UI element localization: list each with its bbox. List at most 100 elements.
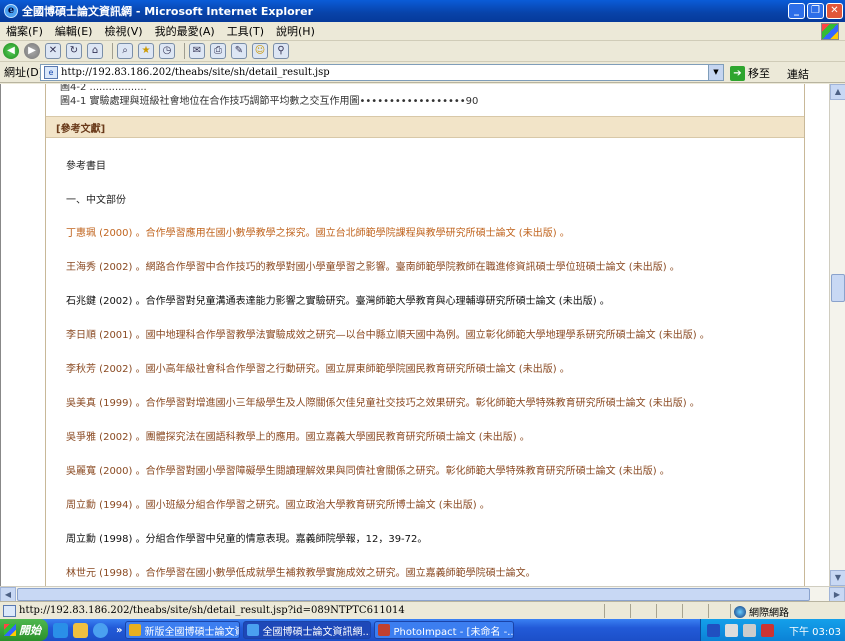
reference-item: 丁惠珮 (2000) 。合作學習應用在國小數學教學之探究。國立台北師範學院課程與… bbox=[66, 228, 570, 239]
address-bar: 網址(D) e http://192.83.186.202/theabs/sit… bbox=[0, 62, 845, 83]
content-panel: 圖4-2 .................. 圖4-1 實驗處理與班級社會地位… bbox=[45, 84, 805, 586]
back-icon[interactable]: ◀ bbox=[3, 43, 19, 59]
menu-help[interactable]: 說明(H) bbox=[276, 23, 315, 39]
taskbar: 開始 » 新版全國博碩士論文資...全國博碩士論文資訊網...PhotoImpa… bbox=[0, 619, 845, 641]
mail-icon[interactable]: ✉ bbox=[189, 43, 205, 59]
restore-button[interactable]: ❐ bbox=[807, 3, 824, 19]
reference-item: 周立勳 (1994) 。國小班級分組合作學習之研究。國立政治大學教育研究所博士論… bbox=[66, 500, 490, 511]
messenger-icon[interactable]: ☺ bbox=[252, 43, 268, 59]
scroll-down-icon[interactable]: ▼ bbox=[830, 570, 845, 586]
stop-icon[interactable]: ✕ bbox=[45, 43, 61, 59]
reference-item: 吳美真 (1999) 。合作學習對增進國小三年級學生及人際關係欠佳兒童社交技巧之… bbox=[66, 398, 700, 409]
status-panel bbox=[708, 604, 709, 618]
menu-file[interactable]: 檔案(F) bbox=[6, 23, 43, 39]
menu-bar: 檔案(F) 編輯(E) 檢視(V) 我的最愛(A) 工具(T) 說明(H) bbox=[0, 22, 845, 41]
toolbar-separator bbox=[112, 43, 113, 59]
menu-view[interactable]: 檢視(V) bbox=[104, 23, 142, 39]
menu-favorites[interactable]: 我的最愛(A) bbox=[155, 23, 215, 39]
horizontal-scroll-thumb[interactable] bbox=[17, 588, 810, 601]
reference-item: 林世元 (1998) 。合作學習在國小數學低成就學生補救教學實施成效之研究。國立… bbox=[66, 568, 536, 579]
ie-quicklaunch-icon[interactable] bbox=[93, 622, 108, 638]
figure-list-line: 圖4-1 實驗處理與班級社會地位在合作技巧調節平均數之交互作用圖••••••••… bbox=[60, 96, 479, 107]
globe-icon bbox=[734, 605, 746, 618]
system-tray: 下午 03:03 bbox=[700, 619, 845, 641]
task-list: 新版全國博碩士論文資... 全國博碩士論文資訊網... PhotoImpact - … bbox=[122, 621, 515, 639]
page-icon: e bbox=[44, 66, 58, 79]
research-icon[interactable]: ⚲ bbox=[273, 43, 289, 59]
reference-item: 李秋芳 (2002) 。國小高年級社會科合作學習之行動研究。國立屏東師範學院國民… bbox=[66, 364, 570, 375]
keyboard-icon[interactable] bbox=[725, 623, 738, 637]
vertical-scroll-thumb[interactable] bbox=[831, 274, 845, 302]
windows-flag-icon bbox=[4, 624, 16, 636]
sub-title: 一、中文部份 bbox=[66, 195, 126, 206]
start-button[interactable]: 開始 bbox=[0, 619, 48, 641]
minimize-button[interactable]: _ bbox=[788, 3, 805, 19]
task-label: 全國博碩士論文資訊網... bbox=[262, 626, 372, 638]
edit-icon[interactable]: ✎ bbox=[231, 43, 247, 59]
address-label: 網址(D) bbox=[4, 66, 44, 79]
refresh-icon[interactable]: ↻ bbox=[66, 43, 82, 59]
status-bar: http://192.83.186.202/theabs/site/sh/det… bbox=[0, 601, 845, 619]
windows-logo-icon bbox=[821, 23, 839, 40]
links-button[interactable]: 連結 bbox=[787, 66, 809, 82]
go-arrow-icon: ➔ bbox=[730, 65, 745, 81]
window-controls: _ ❐ ✕ bbox=[788, 3, 843, 19]
status-panel bbox=[630, 604, 631, 618]
start-label: 開始 bbox=[19, 624, 41, 637]
history-icon[interactable]: ◷ bbox=[159, 43, 175, 59]
taskbar-button[interactable]: 全國博碩士論文資訊網... bbox=[243, 621, 372, 639]
taskbar-button[interactable]: 新版全國博碩士論文資... bbox=[125, 621, 241, 639]
taskbar-button[interactable]: PhotoImpact - [未命名 -... bbox=[374, 621, 515, 639]
forward-icon[interactable]: ▶ bbox=[24, 43, 40, 59]
go-label: 移至 bbox=[748, 67, 770, 80]
scroll-right-icon[interactable]: ▶ bbox=[829, 587, 845, 602]
search-icon[interactable]: ⌕ bbox=[117, 43, 133, 59]
task-app-icon bbox=[129, 624, 142, 636]
page-content: 圖4-2 .................. 圖4-1 實驗處理與班級社會地位… bbox=[0, 84, 829, 586]
scroll-left-icon[interactable]: ◀ bbox=[0, 587, 16, 602]
reference-item: 吳麗寬 (2000) 。合作學習對國小學習障礙學生閱讀理解效果與同儕社會關係之研… bbox=[66, 466, 670, 477]
title-bar: e 全國博碩士論文資訊網 - Microsoft Internet Explor… bbox=[0, 0, 845, 22]
vertical-scrollbar[interactable]: ▲ ▼ bbox=[829, 84, 845, 586]
status-panel bbox=[604, 604, 605, 618]
security-zone: 網際網路 bbox=[734, 604, 789, 619]
reference-item: 吳爭雅 (2002) 。團體探究法在國語科教學上的應用。國立嘉義大學國民教育研究… bbox=[66, 432, 530, 443]
home-icon[interactable]: ⌂ bbox=[87, 43, 103, 59]
print-icon[interactable]: ⎙ bbox=[210, 43, 226, 59]
folder-icon[interactable] bbox=[73, 622, 88, 638]
task-app-icon bbox=[247, 624, 260, 636]
task-app-icon bbox=[378, 624, 391, 636]
ime-icon[interactable] bbox=[707, 623, 720, 637]
toolbar: ◀ ▶ ✕ ↻ ⌂ ⌕ ★ ◷ ✉ ⎙ ✎ ☺ ⚲ bbox=[0, 41, 845, 62]
window-title: 全國博碩士論文資訊網 - Microsoft Internet Explorer bbox=[22, 5, 313, 18]
page-status-icon bbox=[3, 604, 16, 617]
scroll-up-icon[interactable]: ▲ bbox=[830, 84, 845, 100]
address-input[interactable]: e http://192.83.186.202/theabs/site/sh/d… bbox=[40, 64, 724, 81]
zone-label: 網際網路 bbox=[749, 608, 789, 619]
favorites-icon[interactable]: ★ bbox=[138, 43, 154, 59]
status-text: http://192.83.186.202/theabs/site/sh/det… bbox=[19, 605, 405, 616]
menu-edit[interactable]: 編輯(E) bbox=[55, 23, 93, 39]
menu-tools[interactable]: 工具(T) bbox=[227, 23, 264, 39]
toolbar-separator bbox=[184, 43, 185, 59]
section-title: 參考書目 bbox=[66, 161, 106, 172]
reference-item: 李日順 (2001) 。國中地理科合作學習教學法實驗成效之研究—以台中縣立順天國… bbox=[66, 330, 710, 341]
go-button[interactable]: ➔ 移至 bbox=[730, 65, 770, 81]
clock: 下午 03:03 bbox=[789, 626, 841, 638]
status-panel bbox=[682, 604, 683, 618]
help-tray-icon[interactable] bbox=[743, 623, 756, 637]
desktop-icon[interactable] bbox=[53, 622, 68, 638]
horizontal-scrollbar[interactable]: ◀ ▶ bbox=[0, 586, 845, 602]
antivirus-icon[interactable] bbox=[761, 623, 774, 637]
ie-icon: e bbox=[4, 4, 18, 18]
task-label: PhotoImpact - [未命名 -... bbox=[393, 626, 515, 638]
reference-item: 石兆鍵 (2002) 。合作學習對兒童溝通表達能力影響之實驗研究。臺灣師範大學教… bbox=[66, 296, 610, 307]
address-url[interactable]: http://192.83.186.202/theabs/site/sh/det… bbox=[61, 67, 330, 78]
references-header: [參考文獻] bbox=[46, 116, 804, 138]
reference-item: 周立勳 (1998) 。分組合作學習中兒童的情意表現。嘉義師院學報，12，39-… bbox=[66, 534, 428, 545]
status-panel bbox=[730, 604, 731, 618]
status-panel bbox=[656, 604, 657, 618]
close-button[interactable]: ✕ bbox=[826, 3, 843, 19]
address-dropdown-icon[interactable]: ▼ bbox=[708, 65, 723, 80]
task-label: 新版全國博碩士論文資... bbox=[144, 626, 239, 638]
